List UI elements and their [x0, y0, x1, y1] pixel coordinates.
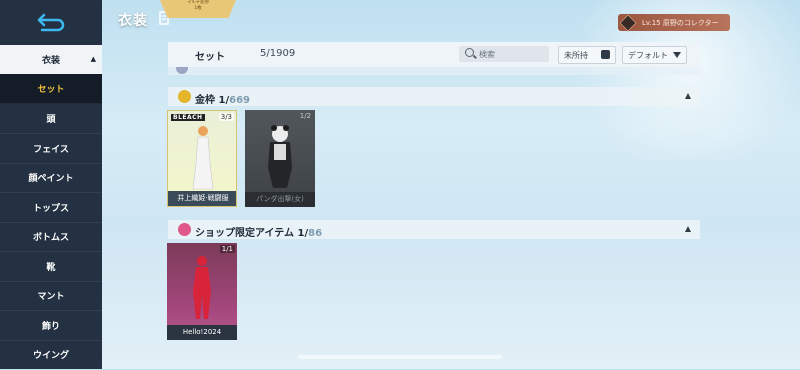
card-name: Hello!2024: [167, 325, 237, 340]
sidebar-item-label: ボトムス: [32, 233, 69, 243]
shop-gem-icon: [178, 223, 191, 236]
back-arrow-icon: [37, 13, 65, 32]
sidebar: 衣装 ▲ セット 頭 フェイス 顔ペイント トップス ボトムス 靴 マント 飾り…: [0, 0, 102, 370]
ribbon-line-2: 1枚: [194, 6, 202, 11]
collector-badge[interactable]: Lv.15 原野のコレクター: [618, 14, 730, 31]
section-header-gold[interactable]: 金枠 1/669: [168, 87, 700, 106]
collection-count: 5/1909: [260, 48, 296, 59]
collector-label: Lv.15 原野のコレクター: [642, 18, 719, 27]
sidebar-item-tops[interactable]: トップス: [0, 193, 102, 223]
sidebar-item-label: マント: [37, 292, 65, 302]
ticket-ribbon[interactable]: マルチ鉛券 1枚: [160, 0, 236, 18]
previous-section-header-partial: [168, 67, 700, 75]
dropdown-arrow-icon: [673, 52, 681, 58]
caret-up-icon: ▲: [90, 55, 96, 63]
filter-toolbar: セット 5/1909 検索 未所持 デフォルト: [168, 42, 700, 67]
section-title: ショップ限定アイテム 1/86: [195, 228, 323, 239]
collapse-arrow-icon[interactable]: [685, 226, 691, 232]
section-icon: [176, 67, 188, 74]
costume-card[interactable]: BLEACH 3/3 井上織姫·戦闘服: [167, 110, 237, 207]
search-icon: [465, 48, 474, 57]
sidebar-item-label: 靴: [46, 263, 56, 273]
card-logo: BLEACH: [171, 114, 205, 121]
sidebar-item-set[interactable]: セット: [0, 74, 102, 104]
back-button[interactable]: [0, 0, 102, 44]
sidebar-item-accessory[interactable]: 飾り: [0, 311, 102, 341]
checkbox-icon: [601, 50, 610, 59]
sidebar-item-label: トップス: [32, 204, 69, 214]
sidebar-item-label: セット: [37, 85, 65, 95]
red-figure-icon: [193, 256, 211, 319]
sidebar-item-head[interactable]: 頭: [0, 104, 102, 134]
sidebar-category-costume[interactable]: 衣装 ▲: [0, 45, 102, 75]
card-count-tag: 1/2: [299, 112, 311, 120]
card-count-tag: 3/3: [218, 113, 234, 121]
sidebar-item-face-paint[interactable]: 顔ペイント: [0, 163, 102, 193]
card-name: 井上織姫·戦闘服: [168, 191, 236, 206]
search-input[interactable]: 検索: [459, 46, 549, 62]
collapse-arrow-icon[interactable]: [685, 93, 691, 99]
sidebar-item-label: 頭: [46, 115, 56, 125]
sidebar-item-wings[interactable]: ウイング: [0, 340, 102, 370]
horizontal-scrollbar[interactable]: [298, 355, 502, 359]
character-figure-icon: [192, 126, 214, 190]
gold-coin-icon: [178, 90, 191, 103]
card-name: パンダ出撃(女): [245, 192, 315, 207]
sidebar-item-label: 飾り: [41, 322, 60, 332]
sidebar-item-label: フェイス: [33, 145, 69, 155]
costume-card[interactable]: 1/1 Hello!2024: [167, 243, 237, 340]
panda-figure-icon: [268, 125, 292, 188]
sidebar-item-cape[interactable]: マント: [0, 281, 102, 311]
collector-rank-icon: [619, 14, 637, 31]
unowned-filter-toggle[interactable]: 未所持: [558, 46, 616, 64]
section-title: 金枠 1/669: [195, 95, 250, 106]
card-count-tag: 1/1: [219, 245, 235, 253]
sidebar-item-face[interactable]: フェイス: [0, 134, 102, 164]
unowned-label: 未所持: [564, 51, 588, 60]
sort-label: デフォルト: [628, 51, 668, 60]
section-header-shop-limited[interactable]: ショップ限定アイテム 1/86: [168, 220, 700, 239]
toolbar-category-label: セット: [195, 52, 225, 63]
sort-dropdown[interactable]: デフォルト: [622, 46, 687, 64]
sidebar-item-bottoms[interactable]: ボトムス: [0, 222, 102, 252]
sidebar-item-label: ウイング: [32, 351, 69, 361]
costume-card[interactable]: 1/2 パンダ出撃(女): [245, 110, 315, 207]
page-title: 衣装: [118, 13, 148, 29]
sidebar-item-shoes[interactable]: 靴: [0, 252, 102, 282]
sidebar-category-label: 衣装: [41, 56, 60, 66]
sidebar-item-label: 顔ペイント: [28, 174, 74, 184]
search-placeholder: 検索: [479, 50, 495, 59]
